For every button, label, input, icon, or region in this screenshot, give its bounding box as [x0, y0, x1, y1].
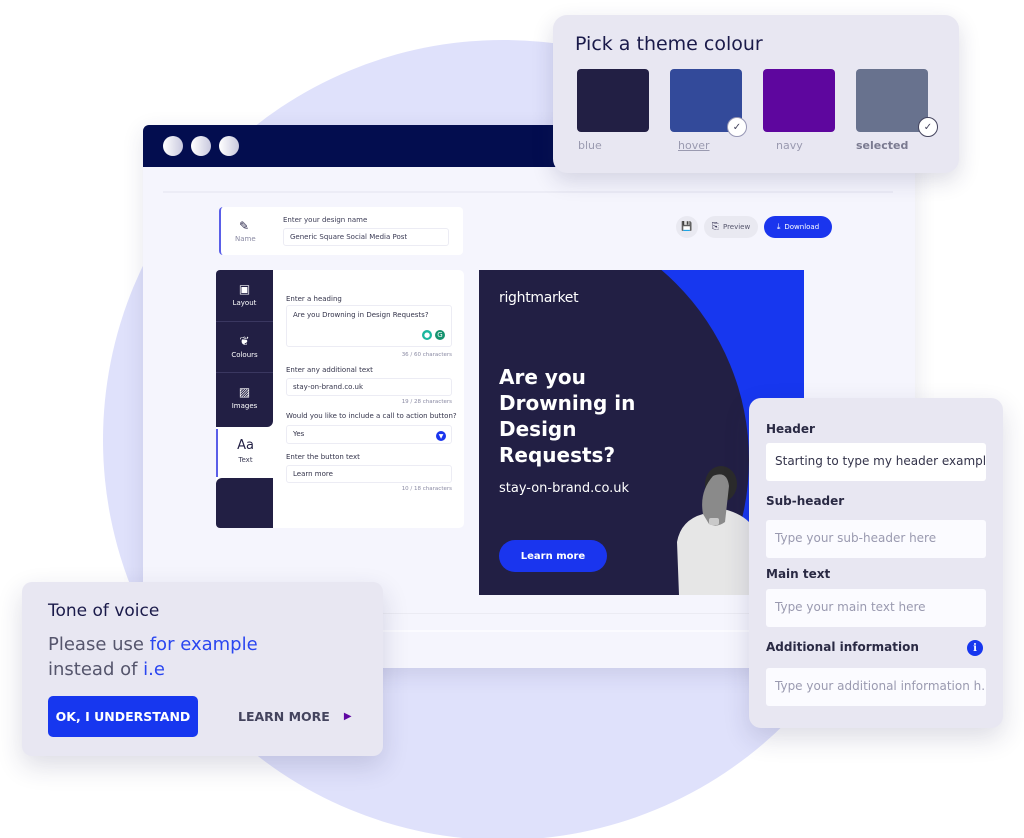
- content-form-card: Header Starting to type my header exampl…: [749, 398, 1003, 728]
- window-dot-maximize[interactable]: [219, 136, 239, 156]
- swatch-label-navy: navy: [776, 139, 803, 152]
- learn-more-link[interactable]: LEARN MORE ▶: [238, 696, 352, 737]
- button-text-input[interactable]: Learn more: [286, 465, 452, 483]
- sidenav-item-layout[interactable]: ▣ Layout: [216, 270, 273, 322]
- tone-of-voice-card: Tone of voice Please use for example ins…: [22, 582, 383, 756]
- heading-textarea[interactable]: Are you Drowning in Design Requests? ● G: [286, 305, 452, 347]
- sidenav-label: Layout: [232, 299, 257, 307]
- image-icon: ▨: [238, 385, 251, 399]
- brand-logo: rightmarket: [499, 290, 579, 306]
- design-name-label: Enter your design name: [283, 216, 368, 224]
- main-text-input[interactable]: Type your main text here: [766, 589, 986, 627]
- theme-card-title: Pick a theme colour: [575, 33, 763, 55]
- tone-flagged-term: i.e: [143, 659, 165, 680]
- canvas-headline: Are you Drowning in Design Requests?: [499, 365, 636, 467]
- tone-message-text: instead of: [48, 659, 144, 680]
- tone-title: Tone of voice: [48, 601, 160, 621]
- save-button[interactable]: 💾: [676, 216, 698, 238]
- window-dot-close[interactable]: [163, 136, 183, 156]
- heading-char-count: 36 / 60 characters: [401, 352, 452, 358]
- additional-text-label: Enter any additional text: [286, 366, 373, 374]
- name-tab-label: Name: [235, 235, 256, 243]
- canvas-cta-button: Learn more: [499, 540, 607, 572]
- heading-label: Enter a heading: [286, 295, 342, 303]
- info-icon[interactable]: i: [967, 640, 983, 656]
- main-text-label: Main text: [766, 567, 831, 581]
- cta-select-label: Would you like to include a call to acti…: [286, 412, 457, 420]
- cta-select[interactable]: Yes ▼: [286, 425, 452, 444]
- ok-understand-button[interactable]: OK, I UNDERSTAND: [48, 696, 198, 737]
- play-arrow-icon: ▶: [343, 711, 352, 722]
- pencil-icon: ✎: [239, 219, 250, 233]
- hint-icon[interactable]: ●: [422, 330, 432, 340]
- additional-char-count: 19 / 28 characters: [401, 399, 452, 405]
- preview-button[interactable]: ⎘ Preview: [704, 216, 758, 238]
- tone-suggestion: for example: [149, 634, 258, 655]
- sidenav-item-text[interactable]: Aa Text: [216, 429, 273, 477]
- text-icon: Aa: [237, 438, 254, 453]
- download-label: Download: [784, 223, 820, 231]
- button-text-char-count: 10 / 18 characters: [401, 486, 452, 492]
- check-icon: ✓: [727, 117, 747, 137]
- download-icon: ⤓: [776, 222, 781, 231]
- window-dot-minimize[interactable]: [191, 136, 211, 156]
- additional-info-label: Additional information: [766, 640, 919, 654]
- cta-select-value: Yes: [293, 430, 305, 438]
- editor-panel: ▣ Layout ❦ Colours ▨ Images Aa Text Ente…: [216, 270, 464, 528]
- heading-value: Are you Drowning in Design Requests?: [293, 311, 429, 319]
- swatch-blue[interactable]: [577, 69, 649, 132]
- header-input[interactable]: Starting to type my header example: [766, 443, 986, 481]
- check-icon: ✓: [918, 117, 938, 137]
- swatch-selected[interactable]: [856, 69, 928, 132]
- sidenav-label: Text: [238, 456, 253, 464]
- swatch-navy[interactable]: [763, 69, 835, 132]
- design-name-card: ✎ Name Enter your design name Generic Sq…: [219, 207, 463, 255]
- textarea-badges: ● G: [422, 330, 445, 340]
- sidenav-empty-slot: [216, 478, 273, 528]
- subheader-input[interactable]: Type your sub-header here: [766, 520, 986, 558]
- chevron-down-icon: ▼: [436, 431, 446, 441]
- sidenav-label: Colours: [231, 351, 258, 359]
- learn-more-label: LEARN MORE: [238, 709, 330, 724]
- tone-message: Please use for example instead of i.e: [48, 632, 258, 682]
- divider: [163, 191, 893, 193]
- preview-label: Preview: [722, 223, 751, 231]
- editor-sidenav: ▣ Layout ❦ Colours ▨ Images Aa Text: [216, 270, 273, 528]
- save-icon: 💾: [681, 222, 693, 232]
- sidenav-item-images[interactable]: ▨ Images: [216, 373, 273, 427]
- subheader-label: Sub-header: [766, 494, 845, 508]
- header-label: Header: [766, 422, 815, 436]
- grammarly-icon[interactable]: G: [435, 330, 445, 340]
- swatch-label-blue: blue: [578, 139, 602, 152]
- layout-icon: ▣: [238, 282, 251, 296]
- additional-text-input[interactable]: stay-on-brand.co.uk: [286, 378, 452, 396]
- sidenav-item-colours[interactable]: ❦ Colours: [216, 322, 273, 373]
- download-button[interactable]: ⤓ Download: [764, 216, 832, 238]
- swatch-label-selected: selected: [856, 139, 909, 152]
- tone-message-text: Please use: [48, 634, 150, 655]
- sidenav-label: Images: [231, 402, 258, 410]
- additional-info-input[interactable]: Type your additional information h...: [766, 668, 986, 706]
- button-text-label: Enter the button text: [286, 453, 360, 461]
- swatch-label-hover: hover: [678, 139, 710, 152]
- theme-colour-card: Pick a theme colour blue ✓ hover navy ✓ …: [553, 15, 959, 173]
- canvas-url: stay-on-brand.co.uk: [499, 481, 630, 496]
- palette-icon: ❦: [239, 334, 250, 348]
- design-name-input[interactable]: Generic Square Social Media Post: [283, 228, 449, 246]
- person-photo: [677, 466, 749, 595]
- preview-icon: ⎘: [711, 222, 719, 232]
